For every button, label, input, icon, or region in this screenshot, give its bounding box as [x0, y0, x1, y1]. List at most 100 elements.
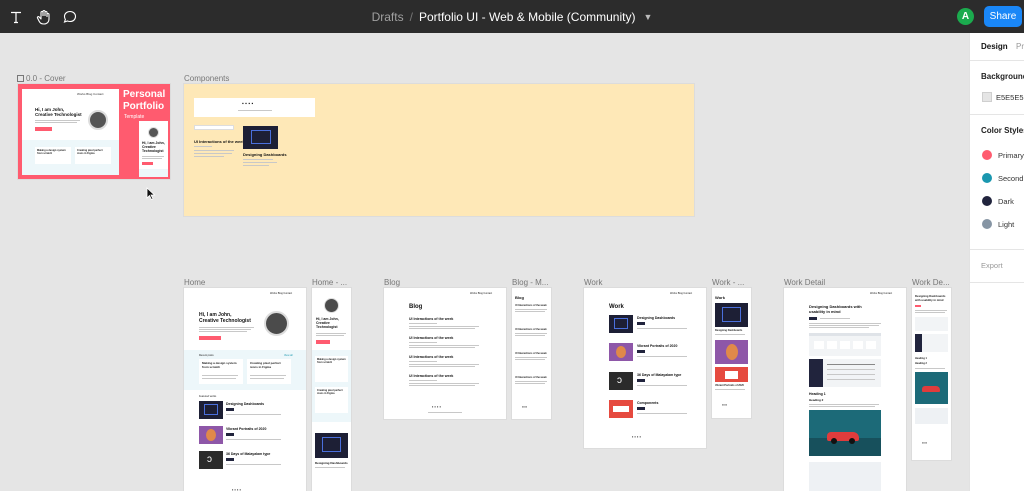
canvas[interactable]: 0.0 - Cover Components Home Home - ... B… [0, 33, 969, 491]
components-footer-social: ▪ ▪ ▪ ▪ [194, 98, 315, 117]
background-swatch[interactable] [982, 92, 992, 102]
blog-mobile-post-2: UI Interactions of the week [515, 328, 547, 331]
blog-mobile-title: Blog [515, 295, 524, 300]
blog-mobile-post-4: UI Interactions of the week [515, 376, 547, 379]
work-detail-title-2: usability in mind [809, 309, 841, 314]
frame-blog[interactable]: Works Blog Contact Blog UI Interactions … [384, 288, 506, 419]
components-work-title: Designing Dashboards [243, 152, 287, 157]
cover-hero-line2: Creative Technologist [35, 112, 82, 117]
work-mobile-item-2: Vibrant Portraits of 2020 [715, 384, 744, 387]
cover-side-title-1: Personal [123, 89, 166, 100]
export-title[interactable]: Export [981, 261, 1003, 270]
file-title: Drafts / Portfolio UI - Web & Mobile (Co… [0, 0, 1024, 33]
home-work-2: Vibrant Portraits of 2020 [226, 427, 267, 431]
frame-work-mobile[interactable]: Work Designing Dashboards Vibrant Portra… [712, 288, 751, 418]
avatar[interactable]: A [957, 8, 974, 25]
frame-cover[interactable]: Works Blog Contact Hi, I am John, Creati… [18, 84, 170, 179]
work-title: Work [609, 304, 624, 310]
blog-title: Blog [409, 304, 423, 310]
components-input [194, 125, 234, 130]
home-mobile-card-2: Creating pixel perfect icons in Figma [317, 389, 343, 395]
frame-work[interactable]: Works Blog Contact Work Designing Dashbo… [584, 288, 706, 448]
frame-components[interactable]: ▪ ▪ ▪ ▪ UI Interactions of the week Desi… [184, 84, 694, 216]
color-swatch-primary[interactable] [982, 150, 992, 160]
cover-mobile-preview: Hi, I am John, Creative Technologist [139, 121, 168, 177]
social-icon: ▪ ▪ ▪ ▪ [432, 404, 442, 409]
cover-nav-1: Works [77, 92, 86, 96]
frame-label-work-detail[interactable]: Work Detail [784, 278, 825, 287]
color-swatch-dark[interactable] [982, 196, 992, 206]
tab-design[interactable]: Design [981, 42, 1008, 51]
frame-label-components[interactable]: Components [184, 74, 229, 83]
home-work-1: Designing Dashboards [226, 402, 265, 406]
blog-post-1: UI Interactions of the week [409, 317, 454, 321]
frame-label-blog-mobile[interactable]: Blog - M... [512, 278, 548, 287]
work-item-3: 36 Days of Malayalam type [637, 373, 682, 377]
frame-label-work-detail-mobile[interactable]: Work De... [912, 278, 950, 287]
color-name-primary[interactable]: Primary [998, 151, 1024, 160]
work-detail-image [809, 410, 881, 456]
home-featured: Featured works [199, 395, 217, 398]
frame-work-detail-mobile[interactable]: Designing Dashboards with usability in m… [912, 288, 951, 460]
cursor-icon [146, 187, 156, 200]
social-icon: ▪ ▪ ▪ ▪ [242, 101, 254, 107]
properties-panel: Design Pr Background E5E5E5 Color Styles… [969, 33, 1024, 491]
color-swatch-secondary[interactable] [982, 173, 992, 183]
frame-label-blog[interactable]: Blog [384, 278, 400, 287]
color-swatch-light[interactable] [982, 219, 992, 229]
breadcrumb-separator: / [409, 9, 413, 24]
components-post-title: UI Interactions of the week [194, 139, 245, 144]
file-name[interactable]: Portfolio UI - Web & Mobile (Community) [419, 10, 636, 24]
social-icon: ▪▪▪▪ [922, 441, 927, 445]
share-button[interactable]: Share [984, 6, 1022, 27]
social-icon: ▪ ▪ ▪ ▪ [632, 434, 642, 439]
blog-mobile-post-3: UI Interactions of the week [515, 352, 547, 355]
frame-label-home[interactable]: Home [184, 278, 205, 287]
frame-label-home-mobile[interactable]: Home - ... [312, 278, 347, 287]
frame-home-mobile[interactable]: Hi, I am John, Creative Technologist Mak… [312, 288, 351, 491]
blog-post-2: UI Interactions of the week [409, 336, 454, 340]
frame-blog-mobile[interactable]: Blog UI Interactions of the week UI Inte… [512, 288, 551, 419]
social-icon: ▪▪▪▪ [722, 403, 727, 407]
social-icon: ▪ ▪ ▪ ▪ [232, 487, 242, 491]
work-detail-heading-1: Heading 1 [809, 392, 826, 396]
cover-nav: Works Blog Contact [77, 91, 104, 97]
work-detail-mobile-heading-1: Heading 1 [915, 357, 927, 360]
color-name-dark[interactable]: Dark [998, 197, 1014, 206]
frame-label-work[interactable]: Work [584, 278, 603, 287]
frame-label-work-mobile[interactable]: Work - ... [712, 278, 744, 287]
work-detail-mobile-heading-2: Heading 2 [915, 362, 927, 365]
frame-label-cover-text: 0.0 - Cover [26, 74, 66, 83]
background-value[interactable]: E5E5E5 [996, 93, 1024, 102]
frame-work-detail[interactable]: Works Blog Contact Designing Dashboards … [784, 288, 906, 491]
blog-post-4: UI Interactions of the week [409, 374, 454, 378]
work-detail-mobile-title-2: with usability in mind [915, 298, 944, 302]
chevron-down-icon[interactable]: ▼ [643, 12, 652, 22]
work-mobile-title: Work [715, 295, 725, 300]
cover-download-button [35, 127, 52, 131]
toolbar: Drafts / Portfolio UI - Web & Mobile (Co… [0, 0, 1024, 33]
color-styles-title: Color Styles [981, 126, 1024, 135]
home-hero-line2: Creative Technologist [199, 318, 251, 324]
home-mobile-work-1: Designing Dashboards [315, 461, 348, 465]
home-card-1: Making a design system from scratch [202, 361, 237, 369]
home-mobile-card-1: Making a design system from scratch [317, 358, 346, 364]
cover-nav-2: Blog [86, 92, 93, 96]
work-item-4: Components [637, 401, 659, 405]
frame-label-cover[interactable]: 0.0 - Cover [17, 74, 66, 83]
cover-side-title-2: Portfolio [123, 101, 165, 112]
cover-side-subtitle: Template [124, 114, 145, 120]
cover-nav-3: Contact [93, 92, 104, 96]
home-work-3: 36 Days of Malayalam type [226, 452, 271, 456]
blog-post-3: UI Interactions of the week [409, 355, 454, 359]
tab-prototype[interactable]: Pr [1016, 42, 1024, 51]
home-mobile-line3: Technologist [316, 325, 338, 329]
color-name-secondary[interactable]: Second [998, 174, 1023, 183]
work-item-1: Designing Dashboards [637, 316, 676, 320]
work-item-2: Vibrant Portraits of 2020 [637, 344, 678, 348]
breadcrumb-drafts[interactable]: Drafts [372, 10, 404, 24]
cover-card-2: Creating pixel perfect icons in Figma [77, 149, 103, 155]
frame-home[interactable]: Works Blog Contact Hi, I am John, Creati… [184, 288, 306, 491]
color-name-light[interactable]: Light [998, 220, 1014, 229]
blog-mobile-post-1: UI Interactions of the week [515, 304, 547, 307]
